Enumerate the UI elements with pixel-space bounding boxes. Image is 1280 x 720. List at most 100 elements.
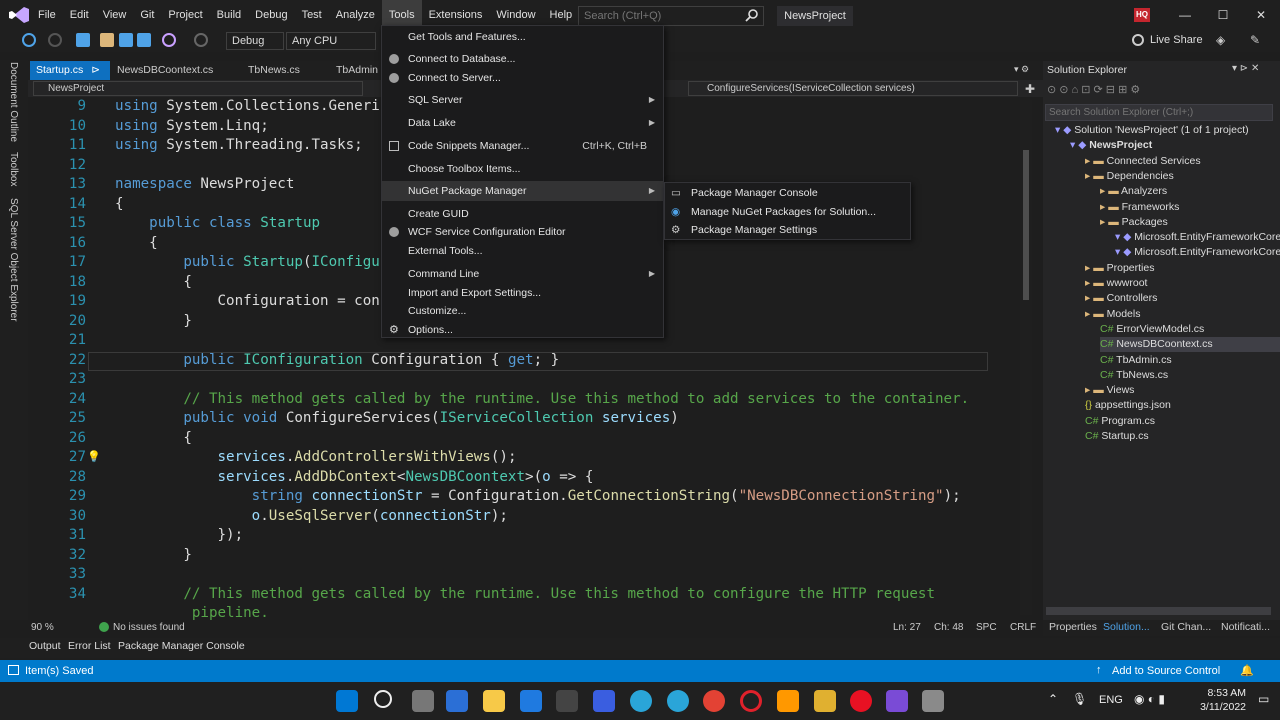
user-avatar[interactable]: HQ [1134,8,1150,22]
code-line[interactable]: 33 [28,565,1018,585]
task-view-icon[interactable] [412,690,434,712]
code-line[interactable]: 29 string connectionStr = Configuration.… [28,487,1018,507]
redo-icon[interactable] [194,33,208,47]
code-text[interactable]: string connectionStr = Configuration.Get… [115,487,961,507]
tab-tbadmin[interactable]: TbAdmin [330,61,384,80]
terminal-app-icon[interactable] [556,690,578,712]
tree-item[interactable]: ▸ ▬ Connected Services [1085,154,1280,169]
tab-startup-cs[interactable]: Startup.cs⊳ ✕ [30,61,110,95]
code-line[interactable]: 31 }); [28,526,1018,546]
tools-menu-item[interactable]: Choose Toolbox Items... [382,159,663,179]
visual-studio-taskbar-icon[interactable] [886,690,908,712]
close-icon[interactable]: ✕ [1242,0,1280,30]
pane-options-icon[interactable]: ▾ ⊳ ✕ [1232,63,1259,74]
configuration-combo[interactable]: Debug [226,32,284,50]
code-line[interactable]: 30 o.UseSqlServer(connectionStr); [28,507,1018,527]
search-input[interactable] [578,6,764,26]
code-line[interactable]: pipeline. [28,604,1018,620]
issues-indicator[interactable]: No issues found [113,622,185,633]
tools-menu-item[interactable]: External Tools... [382,241,663,261]
tree-item[interactable]: ▸ ▬ Frameworks [1100,200,1280,215]
menu-build[interactable]: Build [210,0,248,30]
tree-item[interactable]: ▸ ▬ wwwroot [1085,276,1280,291]
tree-item[interactable]: C# TbAdmin.cs [1100,353,1280,368]
code-text[interactable]: { [115,429,192,449]
tree-item[interactable]: ▾ ◆ NewsProject [1070,138,1280,153]
taskbar-search-icon[interactable] [374,690,392,708]
navigate-back-icon[interactable] [22,33,36,47]
windows-start-icon[interactable] [336,690,358,712]
code-text[interactable]: public class Startup [115,214,320,234]
code-line[interactable]: 28 services.AddDbContext<NewsDBCoontext>… [28,468,1018,488]
search-icon[interactable] [745,8,759,22]
menu-debug[interactable]: Debug [248,0,294,30]
tree-item[interactable]: C# TbNews.cs [1100,368,1280,383]
code-text[interactable]: }); [115,526,243,546]
chevron-up-icon[interactable]: ⌃ [1048,692,1058,706]
tools-menu-item[interactable]: ⚙ Options... [382,320,663,340]
microphone-icon[interactable]: 🎙 [1072,692,1087,706]
sql-server-object-explorer-tab[interactable]: SQL Server Object Explorer [8,198,19,322]
menu-file[interactable]: File [31,0,63,30]
code-text[interactable]: { [115,195,124,215]
code-text[interactable]: // This method gets called by the runtim… [115,390,969,410]
tree-item[interactable]: C# ErrorViewModel.cs [1100,322,1280,337]
code-text[interactable]: public Startup(IConfigu [115,253,379,273]
project-dropdown[interactable]: NewsProject [33,81,363,96]
tab-notifications[interactable]: Notificati... [1221,621,1270,633]
menu-project[interactable]: Project [161,0,209,30]
new-project-icon[interactable] [76,33,90,47]
copilot-icon[interactable]: ◈ [1216,33,1225,47]
notification-bell-icon[interactable]: 🔔 [1240,664,1254,677]
editor-vertical-scrollbar[interactable] [1020,100,1032,615]
app-icon[interactable] [814,690,836,712]
tree-item[interactable]: C# Program.cs [1085,414,1280,429]
code-text[interactable]: // This method gets called by the runtim… [115,585,935,605]
tab-tbnews-cs[interactable]: TbNews.cs [242,61,306,80]
split-editor-icon[interactable]: ✚ [1025,82,1035,96]
code-line[interactable]: 24 // This method gets called by the run… [28,390,1018,410]
nuget-submenu-item[interactable]: ⚙ Package Manager Settings [665,221,910,240]
tab-error-list[interactable]: Error List [68,640,111,652]
tree-item[interactable]: ▸ ▬ Dependencies [1085,169,1280,184]
code-text[interactable]: using System.Linq; [115,117,269,137]
code-text[interactable]: namespace NewsProject [115,175,294,195]
add-to-source-control-button[interactable]: Add to Source Control [1112,665,1220,677]
tools-menu-item[interactable]: Connect to Server... [382,68,663,88]
code-text[interactable]: pipeline. [115,604,269,620]
save-all-icon[interactable] [137,33,151,47]
tools-menu-item[interactable]: Command Line ▶ [382,264,663,284]
tree-item[interactable]: ▾ ◆ Microsoft.EntityFrameworkCore.S [1115,230,1280,245]
code-text[interactable]: Configuration = con [115,292,379,312]
tree-item[interactable]: ▾ ◆ Microsoft.EntityFrameworkCore.T [1115,245,1280,260]
platform-combo[interactable]: Any CPU [286,32,376,50]
nuget-submenu-item[interactable]: ▭ Package Manager Console [665,184,910,203]
code-line[interactable]: 34 // This method gets called by the run… [28,585,1018,605]
app-icon[interactable] [593,690,615,712]
code-text[interactable]: services.AddControllersWithViews(); [115,448,517,468]
solution-explorer-toolbar[interactable]: ⊙ ⊙ ⌂ ⊡ ⟳ ⊟ ⊞ ⚙ [1047,83,1275,99]
code-line[interactable]: 23 [28,370,1018,390]
tree-item[interactable]: ▸ ▬ Views [1085,383,1280,398]
tools-menu-item[interactable]: NuGet Package Manager ▶ [382,181,663,201]
code-text[interactable]: { [115,273,192,293]
tools-menu-item[interactable]: SQL Server ▶ [382,90,663,110]
code-text[interactable]: services.AddDbContext<NewsDBCoontext>(o … [115,468,594,488]
opera-icon[interactable] [740,690,762,712]
code-line[interactable]: 32 } [28,546,1018,566]
store-app-icon[interactable] [446,690,468,712]
tab-properties[interactable]: Properties [1049,621,1097,633]
code-text[interactable]: { [115,234,158,254]
menu-test[interactable]: Test [295,0,329,30]
tree-item[interactable]: ▸ ▬ Controllers [1085,291,1280,306]
document-outline-tab[interactable]: Document Outline [8,62,19,142]
toolbox-tab[interactable]: Toolbox [8,152,19,186]
edge-browser-icon[interactable] [630,690,652,712]
language-indicator[interactable]: ENG [1099,694,1123,706]
code-text[interactable]: } [115,312,192,332]
navigate-forward-icon[interactable] [48,33,62,47]
menu-view[interactable]: View [96,0,134,30]
clock-date[interactable]: 3/11/2022 [1196,701,1246,713]
line-endings[interactable]: CRLF [1010,622,1036,633]
tools-menu-item[interactable]: Customize... [382,301,663,321]
